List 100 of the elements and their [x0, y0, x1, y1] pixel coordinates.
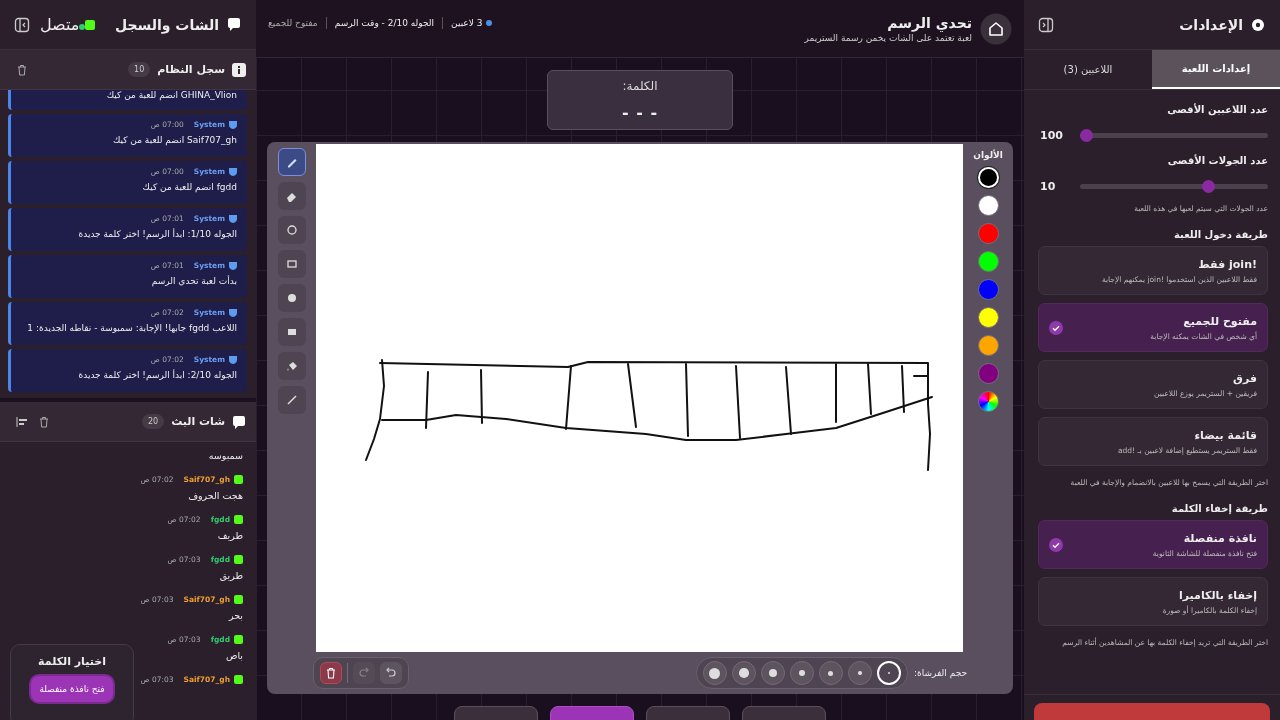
- section-title: طريقة دخول اللعبة: [1173, 229, 1268, 240]
- collapse-icon[interactable]: [1038, 16, 1054, 33]
- message-text: باص: [225, 650, 243, 661]
- open-window-button[interactable]: فتح نافذة منفصلة: [31, 676, 113, 702]
- shield-icon: [229, 308, 237, 317]
- brush-size-button[interactable]: [732, 661, 756, 685]
- message-text: طريق: [219, 570, 243, 581]
- tool-button[interactable]: [278, 148, 306, 176]
- tool-button[interactable]: [278, 216, 306, 244]
- slider-thumb[interactable]: [1202, 179, 1216, 193]
- color-swatch[interactable]: [977, 335, 999, 356]
- check-icon: [1049, 537, 1063, 552]
- game-mode: مفتوح للجميع: [268, 17, 318, 28]
- color-swatch[interactable]: [977, 363, 999, 384]
- shield-icon: [229, 120, 237, 129]
- check-icon: [1049, 320, 1063, 335]
- status-dot-icon: [79, 24, 86, 30]
- option-title: إخفاء بالكاميرا: [1177, 588, 1257, 602]
- tool-button[interactable]: [278, 182, 306, 210]
- brush-size-button[interactable]: [848, 661, 872, 685]
- trash-icon[interactable]: [16, 63, 28, 76]
- color-swatch[interactable]: [977, 223, 999, 244]
- count-badge: 10: [128, 62, 151, 77]
- message-text: اللاعب fgdd جابها! الإجابة: سمبوسة - نقاطه الجديدة: 1: [26, 323, 237, 333]
- option-title: قائمة بيضاء: [1193, 428, 1257, 442]
- brush-size-button[interactable]: [790, 661, 814, 685]
- message-text: Saif707_gh انضم للعبة من كيك: [111, 135, 237, 145]
- option-title: مفتوح للجميع: [1182, 314, 1257, 328]
- picker-title: اختيار الكلمة: [38, 655, 106, 668]
- section-title: سجل النظام: [157, 63, 225, 76]
- panel-title: الإعدادات: [1179, 16, 1243, 33]
- brush-size-button[interactable]: [819, 661, 843, 685]
- word-label: الكلمة:: [621, 79, 659, 93]
- tool-button[interactable]: [278, 318, 306, 346]
- tab[interactable]: اللاعبين (3): [1024, 50, 1152, 89]
- color-swatch[interactable]: [977, 391, 999, 412]
- round-status: الجوله 2/10 - وقت الرسم: [334, 17, 435, 28]
- message-text: طريف: [217, 530, 243, 541]
- message-text: الجوله 1/10: ابدأ الرسم! اختر كلمة جديدة: [77, 229, 237, 239]
- game-title: تحدي الرسم: [886, 14, 972, 31]
- brush-size-label: حجم الفرشاة:: [914, 668, 967, 678]
- message-text: fgdd انضم للعبة من كيك: [141, 182, 237, 192]
- shield-icon: [229, 214, 237, 223]
- message-text: هجت الحروف: [188, 490, 243, 501]
- brush-size-button[interactable]: [703, 661, 727, 685]
- message-text: بحر: [228, 610, 243, 621]
- connection-status: متصل: [40, 15, 96, 34]
- trash-icon[interactable]: [38, 415, 50, 428]
- message-text: بدأت لعبة تحدي الرسم: [150, 276, 237, 286]
- section-title: شات البث: [171, 415, 225, 428]
- trash-icon: [324, 666, 338, 680]
- option-title: !join فقط: [1197, 257, 1257, 271]
- color-swatch[interactable]: [977, 251, 999, 272]
- tab[interactable]: إعدادات اللعبة: [1152, 50, 1280, 89]
- align-icon[interactable]: [16, 415, 28, 428]
- status-dot-icon: [486, 19, 493, 26]
- undo-button[interactable]: [380, 662, 402, 684]
- color-swatch[interactable]: [977, 195, 999, 216]
- message-text: الجوله 2/10: ابدأ الرسم! اختر كلمة جديدة: [77, 370, 237, 380]
- panel-title: الشات والسجل: [114, 16, 219, 33]
- player-count: 3 لاعبين: [451, 17, 493, 28]
- chat-icon: [232, 414, 246, 429]
- option-title: نافذة منفصلة: [1182, 531, 1257, 545]
- slider-label: عدد اللاعبين الأقصى: [1166, 104, 1268, 115]
- settings-icon: [1250, 16, 1266, 33]
- platform-icon: [234, 475, 243, 484]
- tool-button[interactable]: [278, 284, 306, 312]
- platform-icon: [85, 20, 96, 30]
- brush-size-button[interactable]: [761, 661, 785, 685]
- slider-value: 10: [1040, 179, 1057, 193]
- platform-icon: [234, 595, 243, 604]
- shield-icon: [229, 261, 237, 270]
- platform-icon: [234, 675, 243, 684]
- home-icon[interactable]: [980, 12, 1012, 45]
- palette-title: الألوان: [973, 150, 1003, 160]
- platform-icon: [234, 515, 243, 524]
- section-title: طريقة إخفاء الكلمة: [1170, 503, 1268, 514]
- option-title: فرق: [1232, 371, 1257, 385]
- tool-button[interactable]: [278, 352, 306, 380]
- slider-thumb[interactable]: [1080, 128, 1093, 142]
- collapse-icon[interactable]: [14, 16, 30, 33]
- shield-icon: [229, 167, 237, 176]
- message-text: GHINA_Vlion انضم للعبة من كيك: [105, 90, 237, 100]
- circle-icon: [284, 222, 300, 238]
- platform-icon: [234, 635, 243, 644]
- tool-button[interactable]: [278, 250, 306, 278]
- message-text: سمبوسه: [208, 450, 243, 461]
- hidden-word: - - -: [620, 103, 660, 122]
- color-swatch[interactable]: [977, 307, 999, 328]
- slider-value: 100: [1040, 128, 1064, 142]
- clear-button[interactable]: [320, 662, 342, 684]
- platform-icon: [234, 555, 243, 564]
- game-subtitle: لعبة تعتمد على الشات يخمن رسمة الستريمر: [804, 32, 972, 43]
- slider-label: عدد الجولات الأقصى: [1166, 155, 1268, 166]
- info-icon: [232, 62, 246, 77]
- chat-icon: [226, 16, 242, 33]
- shield-icon: [229, 355, 237, 364]
- color-swatch[interactable]: [977, 279, 999, 300]
- count-badge: 20: [141, 414, 165, 429]
- tool-button[interactable]: [278, 386, 306, 414]
